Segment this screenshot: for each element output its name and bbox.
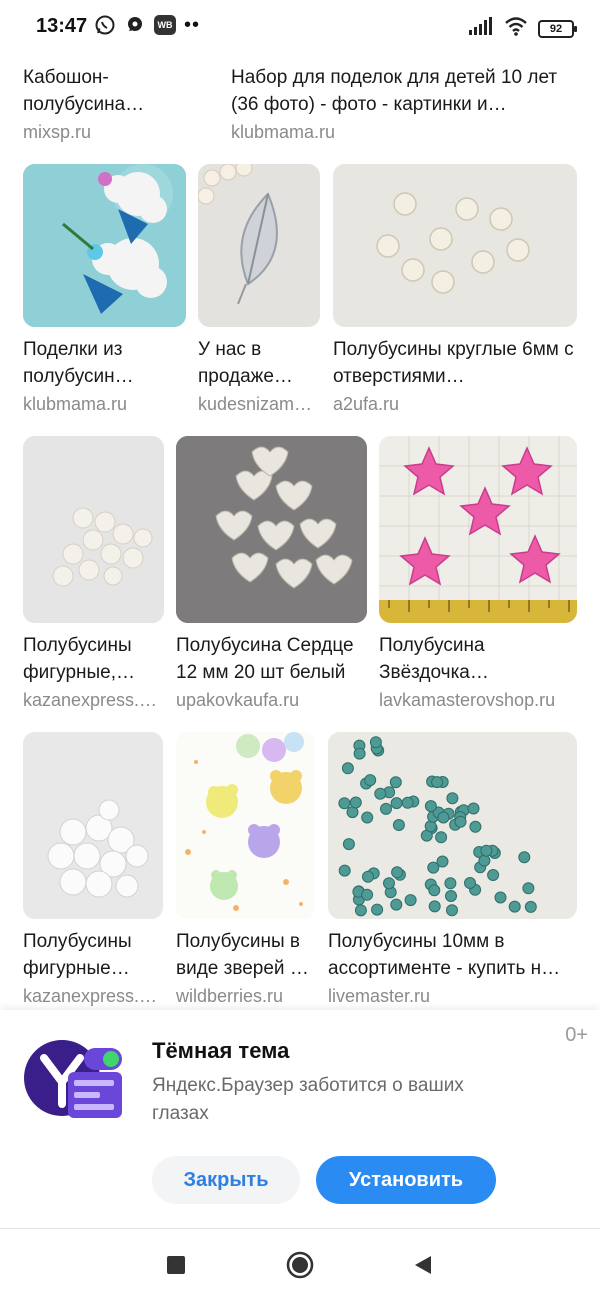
browser-promo-sheet: 0+ Тёмная тема Яндекс.Браузер заботится …	[0, 1010, 600, 1228]
more-dots-icon: ••	[184, 14, 201, 36]
result-image[interactable]	[198, 164, 320, 327]
whatsapp-icon	[94, 14, 116, 36]
age-rating-label: 0+	[565, 1024, 588, 1046]
result-card[interactable]: Кабошон-полубусина… mixsp.ru	[23, 64, 219, 143]
result-card[interactable]: Полубусины 10мм в ассортименте - купить …	[328, 928, 578, 1007]
result-title: Полубусина Сердце 12 мм 20 шт белый	[176, 635, 354, 683]
result-source: kazanexpress.…	[23, 986, 158, 1006]
result-image[interactable]	[333, 164, 577, 327]
close-button[interactable]: Закрыть	[152, 1156, 300, 1204]
result-card[interactable]: Полубусины фигурные… kazanexpress.…	[23, 928, 163, 1007]
result-title: Полубусины круглые 6мм с отверстиями…	[333, 339, 574, 387]
result-source: klubmama.ru	[231, 122, 336, 142]
result-image[interactable]	[23, 732, 163, 919]
result-image[interactable]	[176, 436, 367, 623]
result-source: livemaster.ru	[328, 986, 431, 1006]
result-card[interactable]: Полубусины в виде зверей … wildberries.r…	[176, 928, 316, 1007]
install-button[interactable]: Установить	[316, 1156, 496, 1204]
result-title: У нас в продаже…	[198, 339, 293, 387]
result-image[interactable]	[23, 436, 164, 623]
result-card[interactable]: Набор для поделок для детей 10 лет (36 ф…	[231, 64, 581, 143]
result-image[interactable]	[23, 164, 186, 327]
recent-apps-icon[interactable]	[160, 1249, 192, 1281]
result-source: kudesnizam…	[198, 394, 313, 414]
promo-title: Тёмная тема	[152, 1038, 290, 1063]
result-title: Полубусины в виде зверей …	[176, 931, 309, 979]
battery-icon: 92	[538, 19, 577, 38]
result-source: kazanexpress.…	[23, 690, 158, 710]
signal-icon	[468, 16, 494, 41]
result-source: upakovkaufa.ru	[176, 690, 300, 710]
result-card[interactable]: Поделки из полубусин… klubmama.ru	[23, 336, 186, 415]
result-card[interactable]: У нас в продаже… kudesnizam…	[198, 336, 322, 415]
result-source: mixsp.ru	[23, 122, 92, 142]
result-card[interactable]: Полубусина Сердце 12 мм 20 шт белый upak…	[176, 632, 371, 711]
result-title: Полубусины фигурные…	[23, 931, 132, 979]
status-bar: 13:47 WB •• 92	[0, 0, 600, 56]
result-image[interactable]	[379, 436, 577, 623]
result-title: Поделки из полубусин…	[23, 339, 134, 387]
promo-description: Яндекс.Браузер заботится о ваших глазах	[152, 1075, 464, 1124]
result-source: lavkamasterovshop.ru	[379, 690, 556, 710]
chat-bubble-icon	[124, 14, 146, 36]
result-title: Полубусины 10мм в ассортименте - купить …	[328, 931, 561, 979]
result-image[interactable]	[328, 732, 577, 919]
result-card[interactable]: Полубусина Звёздочка… lavkamasterovshop.…	[379, 632, 584, 711]
result-title: Полубусина Звёздочка…	[379, 635, 489, 683]
home-icon[interactable]	[284, 1249, 316, 1281]
wifi-icon	[504, 16, 528, 41]
result-title: Кабошон-полубусина…	[23, 67, 145, 115]
result-title: Полубусины фигурные,…	[23, 635, 136, 683]
status-time: 13:47	[36, 15, 88, 37]
result-title: Набор для поделок для детей 10 лет (36 ф…	[231, 67, 558, 115]
wb-app-icon: WB	[154, 15, 176, 35]
result-image[interactable]	[176, 732, 315, 919]
result-card[interactable]: Полубусины фигурные,… kazanexpress.…	[23, 632, 164, 711]
system-nav-bar	[0, 1229, 600, 1299]
result-source: wildberries.ru	[176, 986, 284, 1006]
result-source: klubmama.ru	[23, 394, 128, 414]
result-card[interactable]: Полубусины круглые 6мм с отверстиями… a2…	[333, 336, 583, 415]
yandex-browser-logo-icon	[22, 1030, 126, 1122]
result-source: a2ufa.ru	[333, 394, 400, 414]
back-icon[interactable]	[406, 1249, 438, 1281]
